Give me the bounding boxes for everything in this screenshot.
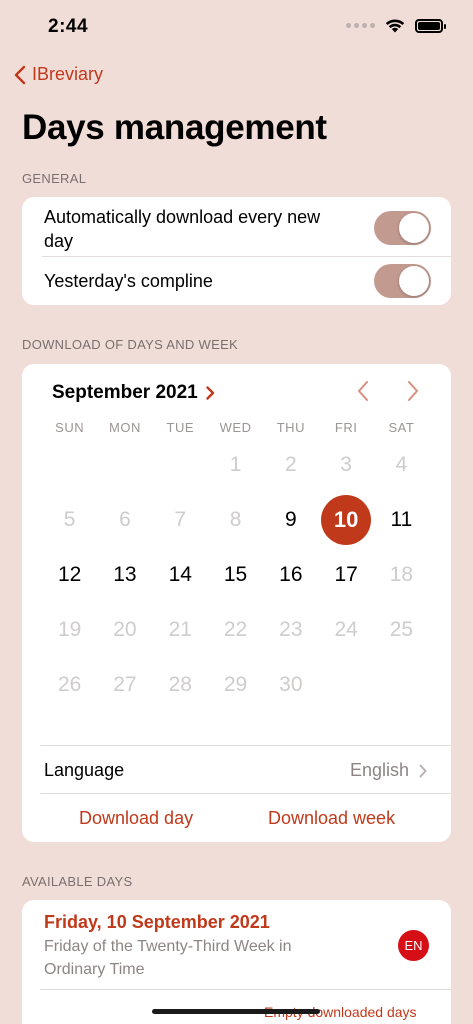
section-header-general: GENERAL	[22, 171, 87, 186]
weekday-label: FRI	[334, 420, 358, 435]
back-button-label: IBreviary	[32, 64, 104, 84]
cellular-signal-icon	[346, 23, 375, 28]
wifi-icon	[385, 19, 405, 33]
section-header-available: AVAILABLE DAYS	[22, 874, 133, 889]
calendar-day: 8	[229, 508, 242, 531]
download-week-button[interactable]: Download week	[268, 808, 395, 829]
battery-icon	[415, 18, 446, 33]
calendar-day[interactable]: 9	[266, 495, 316, 545]
calendar-day: 24	[334, 618, 358, 641]
back-button[interactable]: IBreviary	[14, 64, 103, 85]
calendar-day-selected[interactable]: 10	[321, 495, 372, 545]
language-value: English	[350, 760, 427, 781]
status-icons	[346, 18, 446, 33]
calendar-day: 6	[119, 508, 131, 531]
calendar-day[interactable]: 16	[266, 550, 316, 600]
download-card: September 2021 SUN MON TUE WED THU FRI SAT 123…	[22, 364, 451, 842]
compline-toggle[interactable]	[374, 264, 431, 298]
auto-download-toggle[interactable]	[374, 211, 431, 245]
next-month-button[interactable]	[400, 378, 424, 404]
weekday-label: MON	[109, 420, 141, 435]
weekday-header: SUN MON TUE WED THU FRI SAT	[42, 420, 432, 436]
calendar-day[interactable]: 15	[211, 550, 261, 600]
setting-row-compline: Yesterday's compline	[44, 257, 451, 305]
setting-label-compline: Yesterday's compline	[44, 271, 213, 291]
chevron-left-icon	[14, 65, 26, 84]
calendar-day: 25	[389, 618, 414, 641]
chevron-left-icon	[358, 381, 368, 401]
month-label: September 2021	[52, 382, 198, 403]
calendar-day: 29	[223, 673, 248, 696]
available-day-description: Friday of the Twenty-Third Week in Ordin…	[44, 938, 292, 978]
home-indicator	[152, 1009, 320, 1014]
calendar-day: 27	[113, 673, 137, 696]
download-day-button[interactable]: Download day	[79, 808, 193, 829]
calendar-day[interactable]: 12	[45, 550, 95, 600]
status-bar: 2:44	[0, 0, 473, 54]
divider	[40, 745, 451, 746]
calendar-day[interactable]: 17	[321, 550, 371, 600]
calendar-day: 3	[340, 453, 352, 476]
setting-label-auto-download: Automatically download every new day	[44, 207, 321, 251]
calendar-day: 26	[57, 673, 82, 696]
month-picker-button[interactable]: September 2021	[52, 382, 215, 404]
language-label: Language	[44, 760, 125, 780]
calendar-day: 19	[57, 618, 82, 641]
weekday-label: SUN	[55, 420, 85, 435]
calendar-day[interactable]: 13	[100, 550, 150, 600]
calendar-day: 23	[279, 618, 303, 641]
divider	[40, 989, 451, 990]
status-time: 2:44	[48, 16, 89, 37]
calendar-day: 20	[113, 618, 137, 641]
weekday-label: TUE	[166, 420, 194, 435]
page-title: Days management	[22, 108, 327, 147]
weekday-label: THU	[276, 420, 305, 435]
setting-row-auto-download: Automatically download every new day	[44, 203, 451, 255]
previous-month-button[interactable]	[352, 378, 376, 404]
calendar-day: 30	[279, 673, 303, 696]
calendar-day: 28	[168, 673, 192, 696]
calendar-day: 7	[174, 508, 187, 531]
available-day-title: Friday, 10 September 2021	[44, 912, 270, 932]
calendar-day: 21	[168, 618, 192, 641]
chevron-right-icon	[419, 764, 427, 777]
weekday-label: WED	[219, 420, 252, 435]
weekday-label: SAT	[388, 420, 415, 435]
calendar-day: 1	[229, 453, 242, 476]
calendar-day: 4	[395, 453, 408, 476]
calendar-day[interactable]: 14	[155, 550, 205, 600]
calendar-day: 22	[223, 618, 248, 641]
language-badge: EN	[398, 930, 429, 961]
section-header-download: DOWNLOAD OF DAYS AND WEEK	[22, 337, 239, 352]
general-settings-card: Automatically download every new day Yes…	[22, 197, 451, 305]
divider	[40, 793, 451, 794]
calendar-day: 18	[389, 563, 414, 586]
chevron-right-icon	[206, 386, 214, 400]
language-value-text: English	[349, 760, 409, 780]
calendar-day: 5	[63, 508, 76, 531]
calendar-day: 2	[285, 453, 297, 476]
chevron-right-icon	[408, 381, 418, 401]
calendar-day[interactable]: 11	[376, 495, 426, 545]
